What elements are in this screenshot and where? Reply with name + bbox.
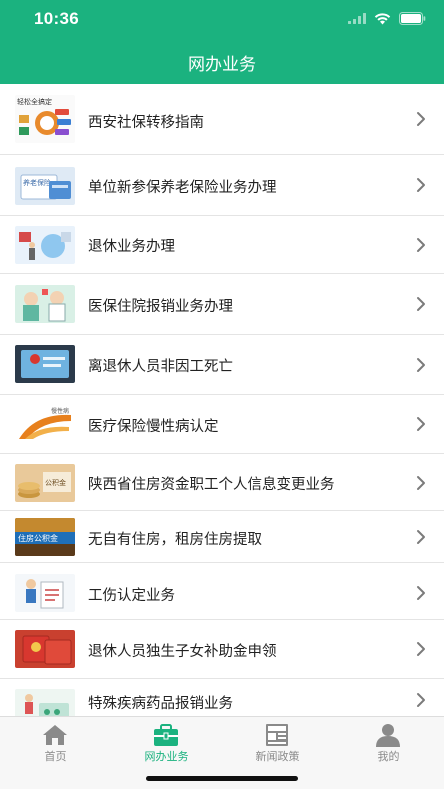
thumb-caption: 住房公积金: [18, 533, 58, 543]
status-time: 10:36: [34, 9, 79, 28]
briefcase-icon: [154, 724, 178, 746]
thumb-caption: 公积金: [45, 478, 66, 487]
item-thumbnail: [15, 630, 75, 668]
item-thumbnail: 住房公积金: [15, 518, 75, 556]
list-item-label: 特殊疾病药品报销业务: [88, 696, 233, 712]
list-item[interactable]: 离退休人员非因工死亡: [0, 335, 444, 395]
tab-label: 我的: [377, 750, 400, 763]
thumb-caption: 慢性病: [51, 407, 69, 415]
item-thumbnail: [15, 689, 75, 716]
item-thumbnail: [15, 285, 75, 323]
chevron-right-icon: [417, 112, 425, 126]
tab-online-services[interactable]: 网办业务: [111, 717, 222, 773]
item-thumbnail: 慢性病: [15, 405, 75, 443]
tab-news-policy[interactable]: 新闻政策: [222, 717, 333, 773]
tab-label: 首页: [44, 750, 67, 763]
chevron-right-icon: [417, 297, 425, 311]
list-item[interactable]: 轻松全搞定 西安社保转移指南: [0, 84, 444, 155]
list-item-label: 退休人员独生子女补助金申领: [88, 644, 277, 660]
page-title: 网办业务: [188, 55, 256, 75]
list-item[interactable]: 工伤认定业务: [0, 563, 444, 620]
wifi-icon: [374, 12, 391, 24]
tab-profile[interactable]: 我的: [333, 717, 444, 773]
list-item-label: 西安社保转移指南: [88, 115, 204, 131]
chevron-right-icon: [417, 417, 425, 431]
chevron-right-icon: [417, 238, 425, 252]
thumb-caption: 轻松全搞定: [17, 97, 52, 106]
status-icons: [348, 12, 426, 25]
list-item-label: 医疗保险慢性病认定: [88, 419, 219, 435]
list-item[interactable]: 养老保险 单位新参保养老保险业务办理: [0, 155, 444, 216]
list-item[interactable]: 医保住院报销业务办理: [0, 274, 444, 335]
chevron-right-icon: [417, 178, 425, 192]
list-item-label: 医保住院报销业务办理: [88, 299, 233, 315]
signal-icon: [348, 13, 366, 24]
chevron-right-icon: [417, 642, 425, 656]
home-icon: [43, 725, 67, 745]
list-item-label: 无自有住房，租房住房提取: [88, 532, 262, 548]
item-thumbnail: [15, 574, 75, 612]
list-item[interactable]: 退休人员独生子女补助金申领: [0, 620, 444, 679]
tab-label: 新闻政策: [255, 750, 300, 763]
chevron-right-icon: [417, 358, 425, 372]
list-item[interactable]: 公积金 陕西省住房资金职工个人信息变更业务: [0, 454, 444, 511]
service-list: 轻松全搞定 西安社保转移指南 养老保险 单位新参保养老保险业务办理 退休业务办理…: [0, 84, 444, 716]
list-item[interactable]: 特殊疾病药品报销业务: [0, 679, 444, 716]
list-item-label: 离退休人员非因工死亡: [88, 359, 233, 375]
chevron-right-icon: [417, 530, 425, 544]
list-item[interactable]: 住房公积金 无自有住房，租房住房提取: [0, 511, 444, 563]
status-bar: 10:36: [0, 0, 444, 38]
list-item[interactable]: 退休业务办理: [0, 216, 444, 274]
app-header: 10:36 网办业务: [0, 0, 444, 84]
list-item-label: 工伤认定业务: [88, 588, 175, 604]
chevron-right-icon: [417, 586, 425, 600]
item-thumbnail: [15, 345, 75, 383]
tab-home[interactable]: 首页: [0, 717, 111, 773]
list-item-label: 陕西省住房资金职工个人信息变更业务: [88, 477, 335, 493]
item-thumbnail: 养老保险: [15, 167, 75, 205]
tab-label: 网办业务: [144, 750, 189, 763]
person-icon: [376, 724, 400, 747]
item-thumbnail: 公积金: [15, 464, 75, 502]
chevron-right-icon: [417, 476, 425, 490]
item-thumbnail: 轻松全搞定: [15, 95, 75, 143]
list-item[interactable]: 慢性病 医疗保险慢性病认定: [0, 395, 444, 454]
home-indicator: [146, 776, 298, 781]
newspaper-icon: [266, 724, 288, 746]
list-item-label: 退休业务办理: [88, 239, 175, 255]
thumb-caption: 养老保险: [23, 178, 51, 187]
battery-icon: [399, 12, 426, 25]
item-thumbnail: [15, 226, 75, 264]
list-item-label: 单位新参保养老保险业务办理: [88, 180, 277, 196]
chevron-right-icon: [417, 693, 425, 707]
